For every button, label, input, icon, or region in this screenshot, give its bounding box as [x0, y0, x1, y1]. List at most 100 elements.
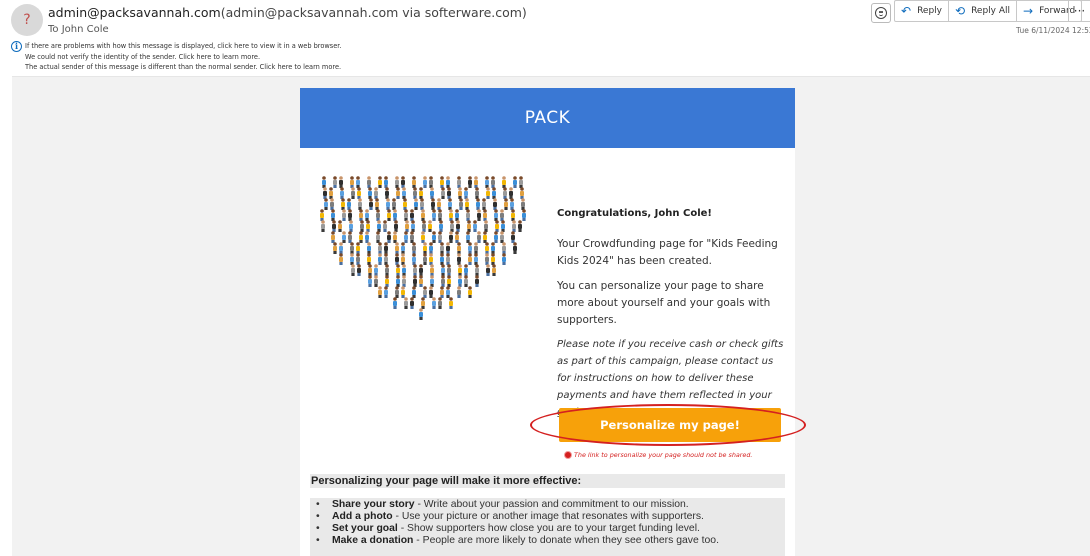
person-figure — [484, 220, 488, 232]
person-figure — [485, 176, 489, 188]
person-figure — [401, 176, 405, 188]
effective-heading: Personalizing your page will make it mor… — [310, 474, 785, 488]
person-figure — [474, 253, 478, 265]
person-figure — [404, 297, 408, 309]
person-figure — [392, 198, 396, 210]
person-figure — [475, 275, 479, 287]
identity-warning[interactable]: We could not verify the identity of the … — [25, 53, 260, 61]
person-figure — [338, 220, 342, 232]
display-warning[interactable]: If there are problems with how this mess… — [25, 42, 341, 50]
person-figure — [378, 176, 382, 188]
person-figure — [394, 220, 398, 232]
link-sharing-warning: The link to personalize your page should… — [574, 451, 753, 459]
tip-title: Set your goal — [332, 523, 398, 534]
emoji-reaction-button[interactable] — [871, 3, 891, 23]
person-figure — [419, 187, 423, 199]
smiley-icon — [875, 7, 887, 19]
sender-avatar[interactable]: ? — [11, 4, 43, 36]
person-figure — [419, 264, 423, 276]
person-figure — [440, 176, 444, 188]
person-figure — [493, 198, 497, 210]
person-figure — [331, 231, 335, 243]
person-figure — [438, 297, 442, 309]
person-figure — [401, 253, 405, 265]
person-figure — [359, 209, 363, 221]
sender-detail: (admin@packsavannah.com via softerware.c… — [220, 5, 527, 20]
person-figure — [378, 253, 382, 265]
person-figure — [423, 286, 427, 298]
reply-all-button[interactable]: ⟲ Reply All — [949, 1, 1018, 21]
info-icon: i — [11, 41, 22, 52]
tip-title: Make a donation — [332, 535, 414, 546]
person-figure — [423, 242, 427, 254]
reply-all-label: Reply All — [971, 6, 1011, 16]
person-figure — [384, 253, 388, 265]
sender-name[interactable]: admin@packsavannah.com — [48, 5, 221, 20]
person-figure — [419, 275, 423, 287]
person-figure — [347, 198, 351, 210]
person-figure — [420, 198, 424, 210]
forward-arrow-icon: → — [1023, 4, 1034, 18]
person-figure — [455, 209, 459, 221]
person-figure — [340, 187, 344, 199]
person-figure — [414, 198, 418, 210]
person-figure — [396, 275, 400, 287]
reply-arrow-icon: ↶ — [901, 4, 912, 18]
person-figure — [440, 286, 444, 298]
reply-button[interactable]: ↶ Reply — [895, 1, 949, 21]
person-figure — [447, 187, 451, 199]
person-figure — [342, 231, 346, 243]
person-figure — [374, 275, 378, 287]
bullet-icon: • — [316, 511, 320, 522]
personalize-info-text: You can personalize your page to share m… — [557, 280, 771, 326]
sender-line: admin@packsavannah.com(admin@packsavanna… — [48, 5, 527, 20]
person-figure — [456, 220, 460, 232]
bullet-icon: • — [316, 499, 320, 510]
person-figure — [404, 209, 408, 221]
person-figure — [502, 242, 506, 254]
person-figure — [365, 231, 369, 243]
person-figure — [477, 209, 481, 221]
person-figure — [449, 209, 453, 221]
person-figure — [494, 209, 498, 221]
sender-warning[interactable]: The actual sender of this message is dif… — [25, 63, 341, 71]
person-figure — [503, 187, 507, 199]
person-figure — [429, 286, 433, 298]
person-figure — [486, 187, 490, 199]
person-figure — [509, 187, 513, 199]
person-figure — [485, 253, 489, 265]
person-figure — [450, 220, 454, 232]
person-figure — [476, 198, 480, 210]
person-figure — [474, 242, 478, 254]
person-figure — [432, 209, 436, 221]
person-figure — [438, 231, 442, 243]
person-figure — [421, 231, 425, 243]
person-figure — [429, 242, 433, 254]
person-figure — [366, 220, 370, 232]
person-figure — [513, 176, 517, 188]
tip-title: Add a photo — [332, 511, 393, 522]
person-figure — [404, 231, 408, 243]
person-figure — [423, 253, 427, 265]
person-figure — [501, 220, 505, 232]
more-actions-button[interactable]: ··· — [1068, 0, 1090, 22]
person-figure — [395, 286, 399, 298]
bullet-icon: • — [316, 535, 320, 546]
person-figure — [491, 242, 495, 254]
person-figure — [396, 264, 400, 276]
person-figure — [393, 297, 397, 309]
person-figure — [468, 253, 472, 265]
person-figure — [500, 209, 504, 221]
person-figure — [521, 198, 525, 210]
person-figure — [350, 176, 354, 188]
person-figure — [402, 275, 406, 287]
person-figure — [468, 242, 472, 254]
message-date: Tue 6/11/2024 12:52 PM — [1016, 26, 1090, 35]
person-figure — [367, 253, 371, 265]
person-figure — [341, 198, 345, 210]
person-figure — [447, 264, 451, 276]
person-figure — [350, 253, 354, 265]
person-figure — [359, 231, 363, 243]
person-figure — [491, 253, 495, 265]
person-figure — [485, 242, 489, 254]
